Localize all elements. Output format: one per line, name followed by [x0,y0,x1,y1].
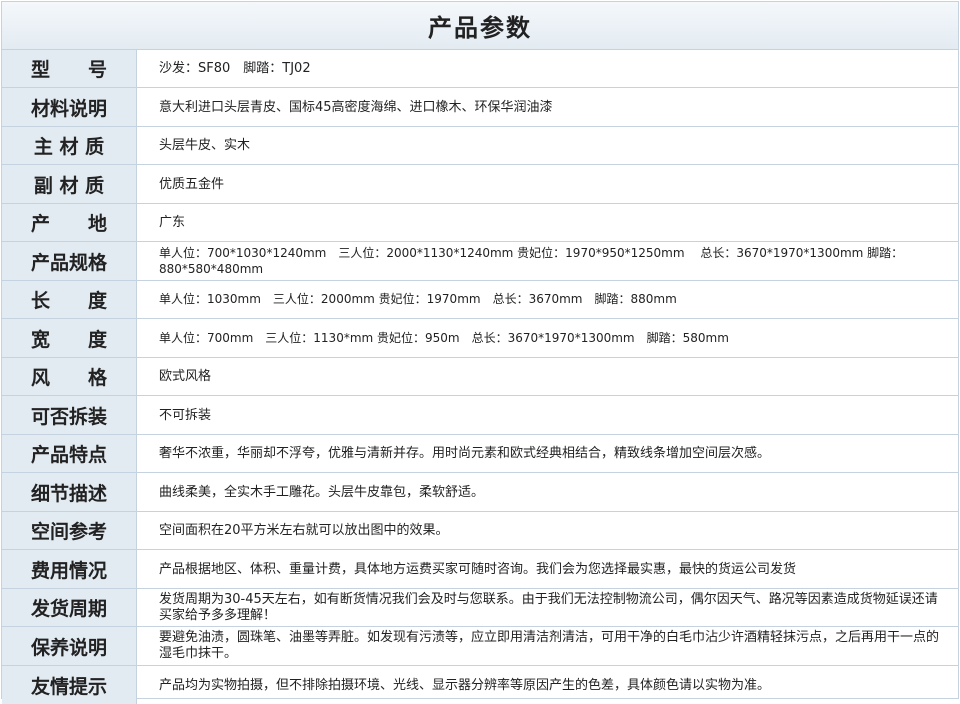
table-row: 型 号 沙发：SF80 脚踏：TJ02 [2,50,958,88]
table-row: 产品规格 单人位：700*1030*1240mm 三人位：2000*1130*1… [2,242,958,281]
row-label: 费用情况 [2,550,137,588]
row-value: 不可拆装 [159,407,212,423]
row-label: 可否拆装 [2,396,137,434]
row-value: 奢华不浓重，华丽却不浮夸，优雅与清新并存。用时尚元素和欧式经典相结合，精致线条增… [159,446,771,461]
table-row: 保养说明 要避免油渍，圆珠笔、油墨等弄脏。如发现有污渍等，应立即用清洁剂清洁，可… [2,627,958,666]
row-label: 长 度 [2,281,137,318]
row-value: 意大利进口头层青皮、国标45高密度海绵、进口橡木、环保华润油漆 [159,99,553,115]
row-label: 材料说明 [2,88,137,126]
table-row: 产品特点 奢华不浓重，华丽却不浮夸，优雅与清新并存。用时尚元素和欧式经典相结合，… [2,435,958,473]
row-label: 型 号 [2,50,137,87]
row-value: 曲线柔美，全实木手工雕花。头层牛皮靠包，柔软舒适。 [159,484,485,500]
row-label: 产品规格 [2,242,137,280]
row-value: 要避免油渍，圆珠笔、油墨等弄脏。如发现有污渍等，应立即用清洁剂清洁，可用干净的白… [159,630,940,661]
row-label: 发货周期 [2,589,137,626]
row-value: 欧式风格 [159,369,212,384]
row-value: 广东 [159,215,186,230]
table-row: 主 材 质 头层牛皮、实木 [2,127,958,165]
table-row: 长 度 单人位：1030mm 三人位：2000mm 贵妃位：1970mm 总长：… [2,281,958,319]
row-label: 友情提示 [2,666,137,704]
row-value: 单人位：700*1030*1240mm 三人位：2000*1130*1240mm… [159,246,904,276]
row-value: 单人位：1030mm 三人位：2000mm 贵妃位：1970mm 总长：3670… [159,292,677,306]
product-parameters-table: 产品参数 型 号 沙发：SF80 脚踏：TJ02 材料说明 意大利进口头层青皮、… [1,1,959,704]
row-label: 风 格 [2,358,137,395]
row-label: 空间参考 [2,512,137,549]
table-row: 可否拆装 不可拆装 [2,396,958,435]
table-row: 费用情况 产品根据地区、体积、重量计费，具体地方运费买家可随时咨询。我们会为您选… [2,550,958,589]
table-row: 宽 度 单人位：700mm 三人位：1130*mm 贵妃位：950m 总长：36… [2,319,958,358]
row-value: 优质五金件 [159,176,225,192]
row-value: 空间面积在20平方米左右就可以放出图中的效果。 [159,523,449,538]
row-value: 产品均为实物拍摄，但不排除拍摄环境、光线、显示器分辨率等原因产生的色差，具体颜色… [159,677,771,693]
row-label: 副 材 质 [2,165,137,203]
row-value: 沙发：SF80 脚踏：TJ02 [159,61,311,76]
row-label: 主 材 质 [2,127,137,164]
row-label: 产品特点 [2,435,137,472]
table-row: 产 地 广东 [2,204,958,242]
table-row: 发货周期 发货周期为30-45天左右，如有断货情况我们会及时与您联系。由于我们无… [2,589,958,627]
row-value: 发货周期为30-45天左右，如有断货情况我们会及时与您联系。由于我们无法控制物流… [159,591,938,623]
row-label: 保养说明 [2,627,137,665]
row-value: 单人位：700mm 三人位：1130*mm 贵妃位：950m 总长：3670*1… [159,330,729,345]
row-label: 宽 度 [2,319,137,357]
table-row: 友情提示 产品均为实物拍摄，但不排除拍摄环境、光线、显示器分辨率等原因产生的色差… [2,666,958,704]
row-label: 产 地 [2,204,137,241]
table-row: 风 格 欧式风格 [2,358,958,396]
table-row: 副 材 质 优质五金件 [2,165,958,204]
row-value: 头层牛皮、实木 [159,138,251,153]
row-value: 产品根据地区、体积、重量计费，具体地方运费买家可随时咨询。我们会为您选择最实惠，… [159,561,797,577]
table-row: 细节描述 曲线柔美，全实木手工雕花。头层牛皮靠包，柔软舒适。 [2,473,958,512]
table-row: 材料说明 意大利进口头层青皮、国标45高密度海绵、进口橡木、环保华润油漆 [2,88,958,127]
row-label: 细节描述 [2,473,137,511]
table-row: 空间参考 空间面积在20平方米左右就可以放出图中的效果。 [2,512,958,550]
table-title: 产品参数 [2,2,958,50]
